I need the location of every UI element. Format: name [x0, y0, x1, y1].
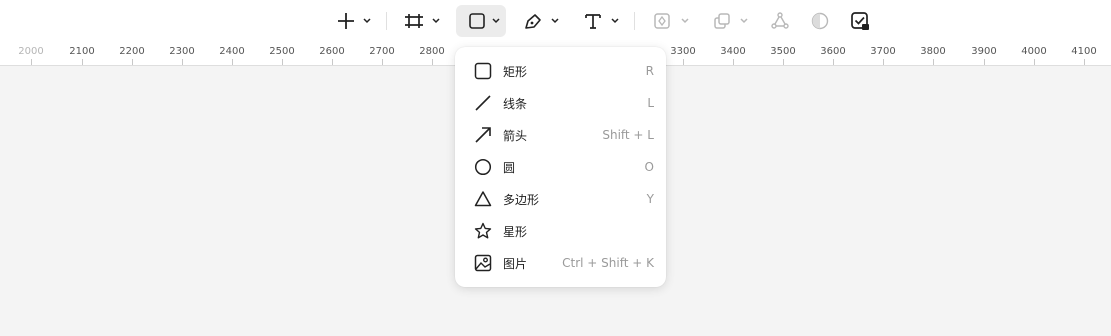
checkbox-icon [851, 12, 869, 30]
menu-item-rectangle[interactable]: 矩形 R [465, 56, 660, 86]
toolbar-divider [386, 12, 387, 30]
vector-network-button[interactable] [766, 5, 794, 37]
rectangle-icon [473, 61, 493, 81]
menu-item-polygon[interactable]: 多边形 Y [465, 184, 660, 214]
pen-icon [525, 14, 559, 29]
triangle-icon [473, 189, 493, 209]
toolbar-divider [634, 12, 635, 30]
menu-item-label: 箭头 [503, 128, 528, 143]
mask-button[interactable] [806, 5, 834, 37]
menu-item-label: 多边形 [503, 192, 540, 207]
arrow-icon [473, 125, 493, 145]
circle-icon [473, 157, 493, 177]
star-icon [473, 221, 493, 241]
fill-tool-button[interactable] [646, 5, 692, 37]
menu-item-arrow[interactable]: 箭头 Shift + L [465, 120, 660, 150]
rectangle-icon [469, 13, 500, 29]
mask-icon [811, 12, 829, 30]
menu-item-shortcut: O [644, 160, 654, 174]
menu-item-shortcut: L [647, 96, 654, 110]
boolean-tool-button[interactable] [706, 5, 754, 37]
vector-network-icon [771, 12, 789, 29]
boolean-icon [714, 13, 748, 29]
menu-item-label: 圆 [503, 160, 516, 175]
frame-icon [405, 14, 440, 28]
fill-icon [654, 13, 689, 29]
menu-item-shortcut: Ctrl + Shift + K [562, 256, 654, 270]
checkbox-tool-button[interactable] [846, 5, 874, 37]
shape-dropdown-menu: 矩形 R 线条 L 箭头 Shift + L 圆 O 多边形 Y 星形 图片 C… [455, 47, 666, 287]
menu-item-label: 星形 [503, 224, 528, 239]
menu-item-label: 图片 [503, 256, 528, 271]
frame-tool-button[interactable] [399, 5, 445, 37]
shape-tool-button[interactable] [456, 5, 506, 37]
menu-item-line[interactable]: 线条 L [465, 88, 660, 118]
text-tool-button[interactable] [578, 5, 624, 37]
menu-item-circle[interactable]: 圆 O [465, 152, 660, 182]
top-toolbar [0, 0, 1111, 44]
pen-tool-button[interactable] [517, 5, 563, 37]
plus-icon [338, 13, 371, 29]
line-icon [473, 93, 493, 113]
menu-item-star[interactable]: 星形 [465, 216, 660, 246]
menu-item-label: 线条 [503, 96, 528, 111]
menu-item-shortcut: Y [646, 192, 654, 206]
menu-item-shortcut: R [645, 64, 654, 78]
menu-item-shortcut: Shift + L [602, 128, 654, 142]
text-icon [585, 14, 619, 29]
add-tool-button[interactable] [330, 5, 374, 37]
menu-item-label: 矩形 [503, 64, 528, 79]
image-icon [473, 253, 493, 273]
menu-item-image[interactable]: 图片 Ctrl + Shift + K [465, 248, 660, 278]
